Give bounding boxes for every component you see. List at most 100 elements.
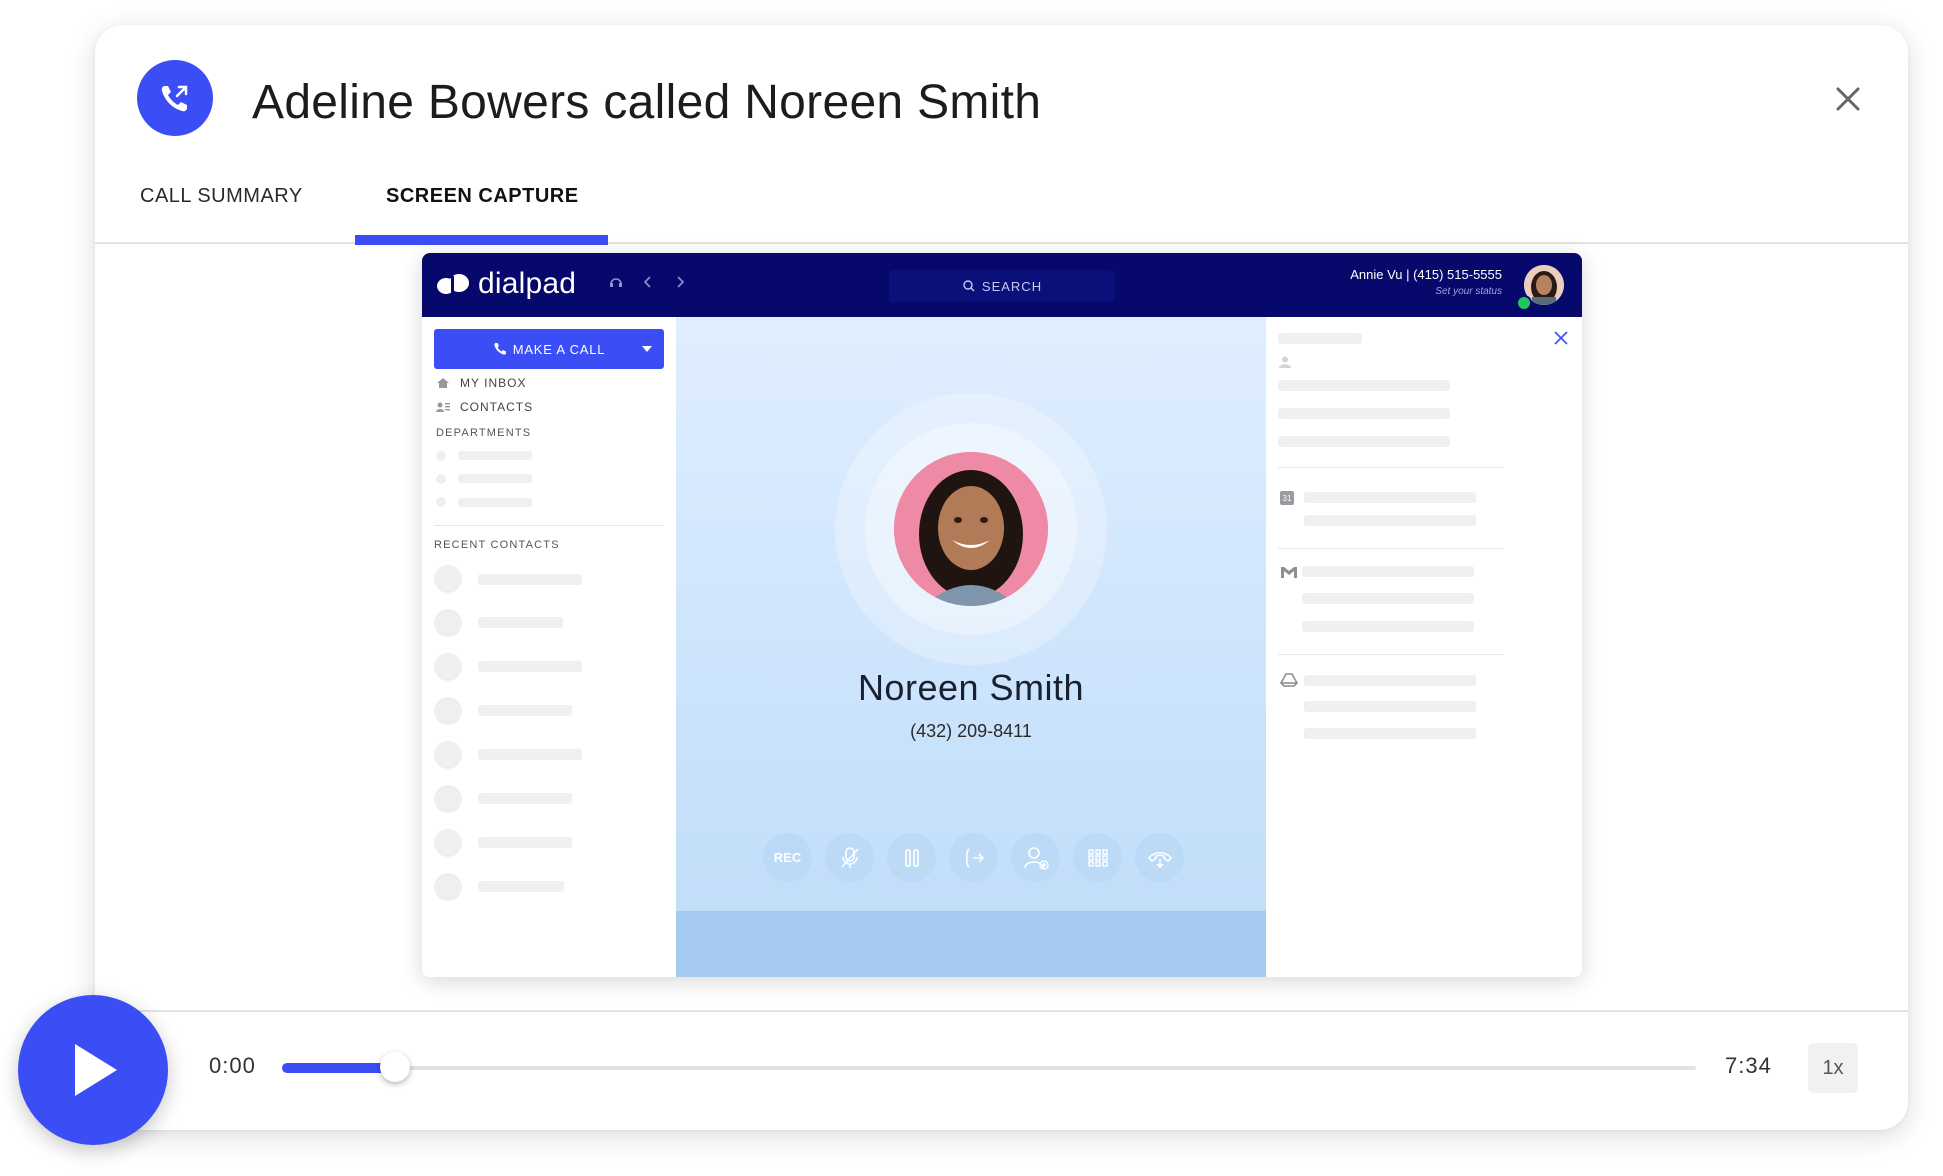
skeleton-dot [436, 451, 446, 461]
skeleton-avatar [434, 785, 462, 813]
skeleton-line [1304, 515, 1476, 526]
skeleton-avatar [434, 653, 462, 681]
recent-contacts-heading: RECENT CONTACTS [434, 539, 560, 551]
search-input[interactable]: SEARCH [889, 270, 1115, 302]
transfer-button[interactable] [949, 833, 998, 882]
current-time: 0:00 [209, 1053, 256, 1078]
hangup-button[interactable] [1135, 833, 1184, 882]
skeleton-line [1304, 675, 1476, 686]
departments-heading: DEPARTMENTS [436, 427, 532, 439]
gmail-icon [1281, 567, 1297, 578]
search-icon [963, 280, 975, 292]
skeleton-avatar [434, 829, 462, 857]
tab-call-summary[interactable]: CALL SUMMARY [140, 185, 303, 208]
phone-icon [494, 343, 506, 355]
screen-capture-image: dialpad SEARCH Annie Vu | (415) 515-5555… [422, 253, 1582, 977]
user-status[interactable]: Set your status [1350, 286, 1502, 297]
skeleton-avatar [434, 697, 462, 725]
playback-speed-button[interactable]: 1x [1808, 1043, 1858, 1093]
contact-phone: (432) 209-8411 [910, 721, 1032, 741]
play-icon [75, 1044, 117, 1096]
skeleton-avatar [434, 873, 462, 901]
close-icon[interactable] [1828, 79, 1868, 119]
presence-indicator [1516, 295, 1532, 311]
skeleton-line [478, 574, 582, 585]
skeleton-line [458, 451, 532, 460]
sidebar-item-contacts[interactable]: CONTACTS [436, 400, 533, 414]
progress-handle[interactable] [380, 1052, 411, 1082]
logo-text: dialpad [478, 267, 577, 300]
skeleton-line [458, 474, 532, 483]
skeleton-line [1304, 701, 1476, 712]
skeleton-line [478, 661, 582, 672]
skeleton-line [478, 881, 564, 892]
skeleton-avatar [434, 609, 462, 637]
skeleton-line [1302, 566, 1474, 577]
calendar-icon: 31 [1280, 491, 1294, 505]
skeleton-dot [436, 474, 446, 484]
progress-track[interactable] [282, 1052, 1696, 1082]
contact-name: Noreen Smith [857, 667, 1085, 708]
app-sidebar: MAKE A CALL MY INBOX CONTACTS DEPARTMENT… [422, 317, 676, 977]
divider [1278, 654, 1504, 655]
skeleton-line [478, 793, 572, 804]
skeleton-line [1302, 621, 1474, 632]
call-pane-footer [676, 911, 1266, 977]
keypad-icon [1087, 848, 1108, 867]
app-topbar: dialpad SEARCH Annie Vu | (415) 515-5555… [422, 253, 1582, 317]
make-a-call-button[interactable]: MAKE A CALL [434, 329, 664, 369]
call-icon [137, 60, 213, 136]
sidebar-item-label: CONTACTS [460, 400, 534, 414]
mic-off-icon [840, 846, 859, 868]
home-icon [436, 377, 452, 389]
chevron-down-icon[interactable] [642, 346, 652, 352]
dialpad-logo: dialpad [436, 267, 576, 301]
skeleton-line [478, 617, 563, 628]
make-a-call-label: MAKE A CALL [512, 341, 606, 357]
contact-details-panel: 31 [1266, 317, 1582, 977]
forward-arrow-icon[interactable] [672, 274, 688, 290]
transfer-icon [965, 847, 984, 868]
add-person-button[interactable] [1011, 833, 1060, 882]
hangup-icon [1147, 851, 1172, 868]
skeleton-line [1278, 408, 1450, 419]
contacts-icon [436, 401, 452, 413]
pause-icon [904, 848, 919, 867]
back-arrow-icon[interactable] [640, 274, 656, 290]
close-icon[interactable] [1552, 329, 1570, 347]
skeleton-line [1304, 492, 1476, 503]
total-time: 7:34 [1725, 1053, 1772, 1078]
search-label: SEARCH [981, 278, 1043, 294]
sidebar-item-label: MY INBOX [460, 376, 527, 390]
play-button[interactable] [18, 995, 168, 1145]
progress-fill [282, 1063, 396, 1073]
person-icon [1279, 356, 1291, 368]
skeleton-line [1278, 333, 1362, 344]
skeleton-line [1304, 728, 1476, 739]
skeleton-line [478, 705, 572, 716]
mute-button[interactable] [825, 833, 874, 882]
call-detail-card: Adeline Bowers called Noreen Smith CALL … [95, 25, 1908, 1130]
contact-avatar [894, 452, 1048, 606]
skeleton-line [478, 837, 572, 848]
sidebar-item-my-inbox[interactable]: MY INBOX [436, 376, 526, 390]
divider [434, 525, 664, 526]
drive-icon [1280, 673, 1298, 687]
add-person-icon [1023, 846, 1049, 870]
divider [1278, 467, 1504, 468]
skeleton-line [458, 498, 532, 507]
tab-screen-capture[interactable]: SCREEN CAPTURE [386, 185, 579, 208]
hold-button[interactable] [887, 833, 936, 882]
skeleton-line [1302, 593, 1474, 604]
skeleton-line [478, 749, 582, 760]
headset-icon[interactable] [608, 274, 624, 290]
skeleton-line [1278, 380, 1450, 391]
tab-bar: CALL SUMMARY SCREEN CAPTURE [95, 155, 1908, 245]
keypad-button[interactable] [1073, 833, 1122, 882]
skeleton-avatar [434, 565, 462, 593]
user-info[interactable]: Annie Vu | (415) 515-5555 Set your statu… [1350, 267, 1502, 297]
divider [1278, 548, 1504, 549]
record-button[interactable]: REC [763, 833, 812, 882]
active-tab-indicator [355, 235, 608, 245]
active-call-pane: Noreen Smith (432) 209-8411 REC [676, 317, 1266, 977]
